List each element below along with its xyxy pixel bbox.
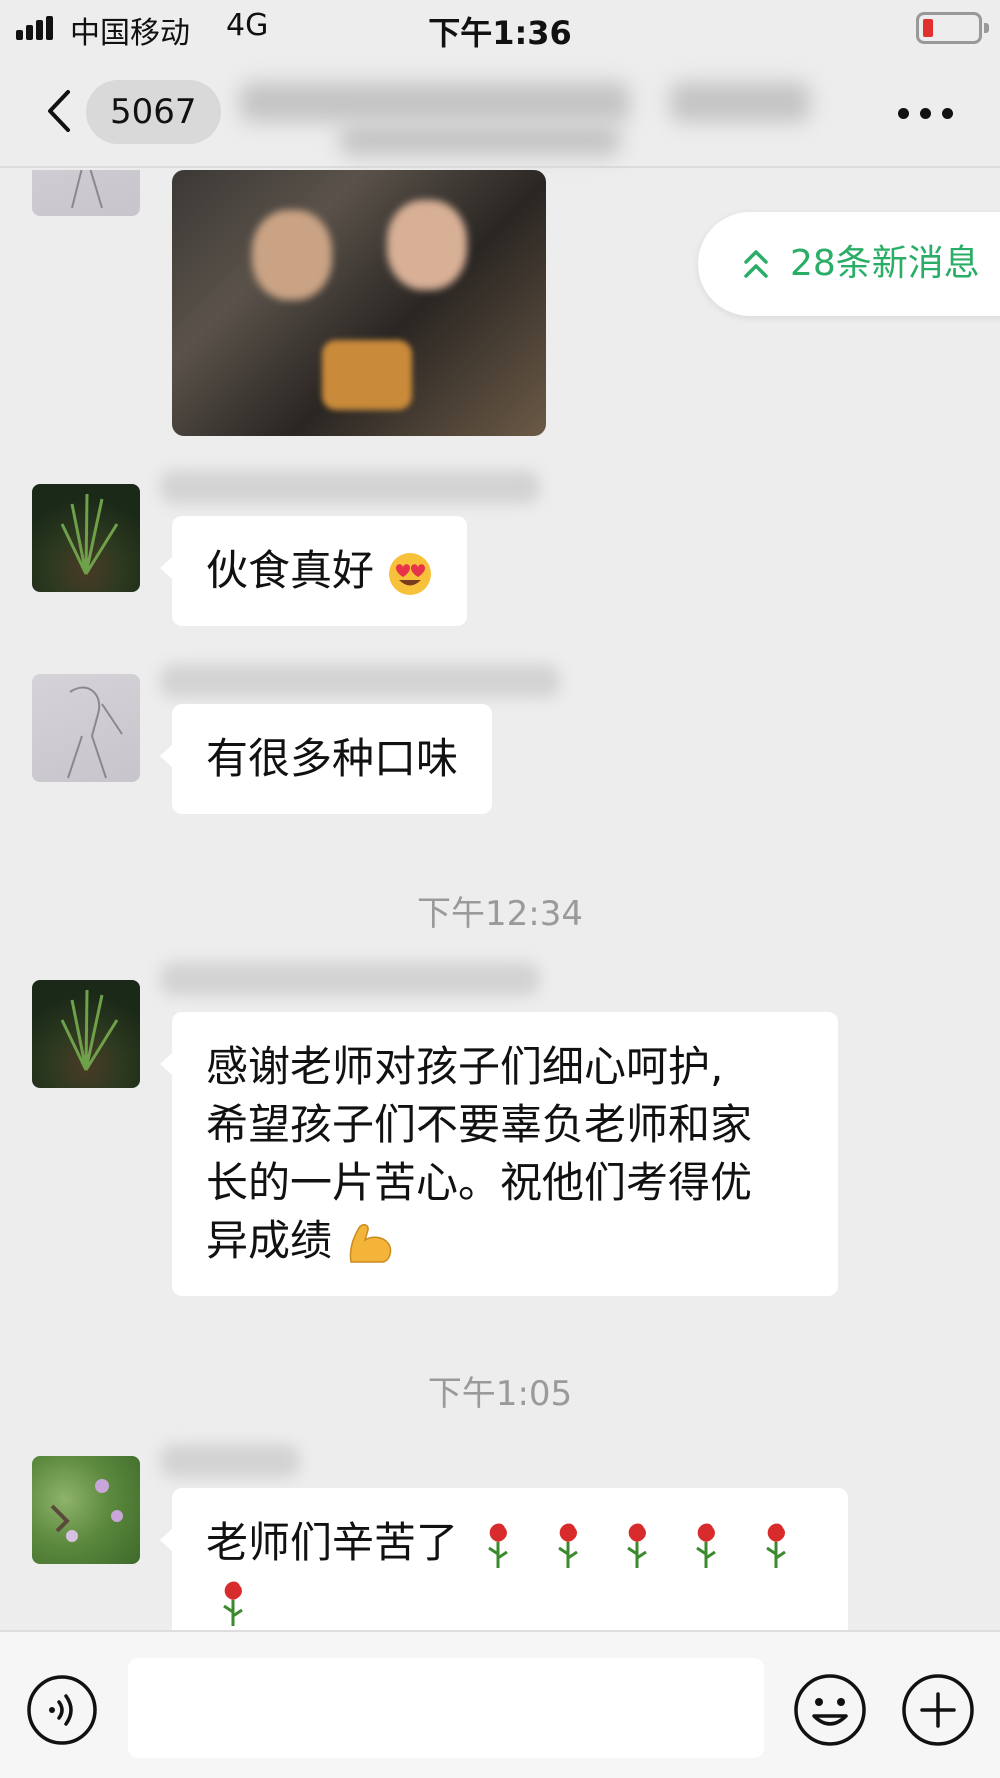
emoji-icon[interactable]: [792, 1672, 868, 1748]
double-chevron-up-icon: [744, 250, 768, 278]
text-message[interactable]: 感谢老师对孩子们细心呵护, 希望孩子们不要辜负老师和家 长的一片苦心。祝他们考得…: [160, 1012, 838, 1296]
sender-name-redacted: [160, 1444, 300, 1478]
plus-icon[interactable]: [900, 1672, 976, 1748]
sender-name-redacted: [160, 470, 540, 504]
message-input[interactable]: [128, 1658, 764, 1758]
message-text: 伙食真好: [206, 546, 375, 595]
sender-avatar[interactable]: [32, 980, 140, 1088]
more-dots-icon[interactable]: [898, 106, 954, 122]
text-message[interactable]: 伙食真好: [159, 516, 468, 626]
text-message[interactable]: 有很多种口味: [159, 704, 493, 814]
rose-emoji: [627, 1523, 647, 1568]
rose-emoji: [696, 1523, 717, 1568]
time-divider: 下午12:34: [417, 894, 583, 934]
chevron-left-icon[interactable]: [40, 86, 80, 136]
message-text: 有很多种口味: [206, 734, 459, 783]
input-bar: [0, 1630, 1000, 1778]
message-line: 异成绩: [206, 1216, 333, 1265]
image-message[interactable]: [172, 170, 546, 436]
message-list[interactable]: 28条新消息 伙食真好 有很多种口味 下午12:34 感谢老师对孩子们细心呵护,…: [0, 170, 1000, 1630]
rose-emoji: [223, 1581, 243, 1626]
chat-header: 5067: [0, 56, 1000, 168]
rose-emoji: [765, 1523, 786, 1568]
chat-title-redacted: [240, 72, 820, 162]
rose-emoji: [557, 1523, 578, 1568]
rose-emoji: [488, 1523, 509, 1568]
sender-avatar[interactable]: [32, 674, 140, 782]
sender-name-redacted: [160, 962, 540, 996]
status-time: 下午1:36: [428, 14, 572, 52]
time-divider: 下午1:05: [427, 1374, 573, 1414]
status-bar: 中国移动 4G 下午1:36: [0, 0, 1000, 56]
voice-icon[interactable]: [26, 1674, 98, 1746]
message-text: 老师们辛苦了: [206, 1518, 459, 1567]
flexed-biceps-emoji: [350, 1223, 392, 1263]
sender-name-redacted: [160, 664, 560, 698]
text-message[interactable]: 老师们辛苦了: [160, 1488, 848, 1630]
sender-avatar[interactable]: [32, 170, 140, 216]
unread-count-badge[interactable]: 5067: [86, 80, 221, 144]
new-messages-button[interactable]: 28条新消息: [698, 212, 1000, 316]
heart-eyes-emoji: [389, 552, 432, 595]
battery-icon: [916, 12, 989, 44]
message-line: 希望孩子们不要辜负老师和家: [206, 1100, 753, 1149]
message-line: 长的一片苦心。祝他们考得优: [206, 1158, 753, 1207]
message-line: 感谢老师对孩子们细心呵护,: [206, 1042, 724, 1091]
new-messages-label: 28条新消息: [790, 243, 980, 284]
sender-avatar[interactable]: [32, 484, 140, 592]
sender-avatar[interactable]: [32, 1456, 140, 1564]
